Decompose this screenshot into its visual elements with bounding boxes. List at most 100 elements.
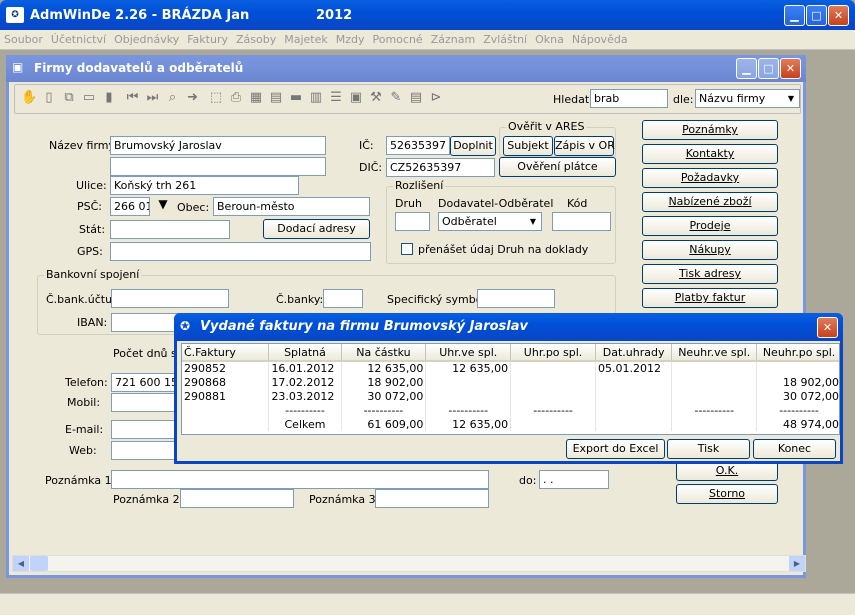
scroll-right-icon[interactable]: ▶ — [789, 556, 805, 571]
column-header[interactable]: Na částku — [341, 344, 427, 362]
pozn1-field[interactable] — [111, 470, 489, 489]
gps-field[interactable] — [110, 242, 371, 261]
child-close-icon[interactable]: ✕ — [780, 58, 801, 79]
run-icon[interactable]: ⊳ — [428, 90, 444, 106]
prenaset-checkbox[interactable] — [401, 243, 413, 255]
mobil-field[interactable] — [111, 393, 181, 412]
search-input[interactable]: brab — [590, 89, 668, 108]
storno-button[interactable]: Storno — [676, 484, 778, 504]
print-icon[interactable]: ⎙ — [228, 90, 244, 106]
side-button[interactable]: Požadavky — [642, 168, 778, 188]
horizontal-scrollbar[interactable]: ◀ ▶ — [12, 555, 806, 572]
zapis-or-button[interactable]: Zápis v OR — [554, 136, 615, 156]
search-icon[interactable]: ⌕ — [165, 90, 181, 106]
menu-item[interactable]: Účetnictví — [47, 30, 110, 46]
menu-item[interactable]: Zvláštní — [479, 30, 531, 46]
column-header[interactable]: Neuhr.po spl. — [756, 344, 839, 362]
web-field[interactable] — [111, 441, 181, 460]
overeni-platce-button[interactable]: Ověření plátce — [499, 157, 616, 177]
chart-icon[interactable]: ▥ — [308, 90, 324, 106]
tel-field[interactable]: 721 600 150 — [111, 373, 181, 392]
report-icon[interactable]: ▤ — [408, 90, 424, 106]
dodaci-adresy-button[interactable]: Dodací adresy — [263, 219, 370, 239]
first-icon[interactable]: ⏮ — [125, 90, 141, 106]
cbu-field[interactable] — [111, 289, 229, 308]
child-maximize-icon[interactable]: □ — [758, 58, 779, 79]
menu-item[interactable]: Faktury — [183, 30, 232, 46]
menu-item[interactable]: Okna — [531, 30, 568, 46]
side-button[interactable]: Nabízené zboží — [642, 192, 778, 212]
side-button[interactable]: Tisk adresy — [642, 264, 778, 284]
close-icon[interactable]: ✕ — [828, 5, 849, 26]
pozn2-field[interactable] — [180, 489, 294, 508]
export-excel-button[interactable]: Export do Excel — [566, 439, 665, 459]
side-button[interactable]: Poznámky — [642, 120, 778, 140]
menu-item[interactable]: Soubor — [0, 30, 47, 46]
obec-field[interactable]: Beroun-město — [213, 197, 370, 216]
trash-icon[interactable]: ▮ — [101, 90, 117, 106]
column-header[interactable]: Splatná — [268, 344, 342, 362]
stat-field[interactable] — [110, 220, 230, 239]
tools-icon[interactable]: ⚒ — [368, 90, 384, 106]
minimize-icon[interactable]: ▁ — [784, 5, 805, 26]
ic-field[interactable]: 52635397 — [386, 136, 450, 155]
menu-item[interactable]: Nápověda — [568, 30, 632, 46]
menu-item[interactable]: Objednávky — [110, 30, 183, 46]
sort-icon[interactable]: ▤ — [268, 90, 284, 106]
psc-field[interactable]: 266 01 — [110, 197, 150, 216]
email-field[interactable] — [111, 420, 181, 439]
druh-field[interactable] — [395, 212, 430, 231]
child-minimize-icon[interactable]: ▁ — [736, 58, 757, 79]
psc-dropdown-icon[interactable]: ▼ — [153, 197, 173, 216]
doc-icon[interactable]: ▣ — [348, 90, 364, 106]
new-doc-icon[interactable]: ▯ — [41, 90, 57, 106]
menu-item[interactable]: Majetek — [280, 30, 332, 46]
do-field[interactable]: . . — [539, 470, 609, 489]
street-field[interactable]: Koňský trh 261 — [110, 176, 299, 195]
column-header[interactable]: Neuhr.ve spl. — [671, 344, 758, 362]
table-row[interactable]: 290881 23.03.2012 30 072,00 30 072,00 — [182, 389, 839, 403]
ok-button[interactable]: O.K. — [676, 461, 778, 481]
scroll-left-icon[interactable]: ◀ — [13, 556, 29, 571]
select-icon[interactable]: ⬚ — [208, 90, 224, 106]
list-icon[interactable]: ☰ — [328, 90, 344, 106]
column-header[interactable]: Uhr.ve spl. — [425, 344, 512, 362]
table-row[interactable]: 290868 17.02.2012 18 902,00 18 902,00 — [182, 375, 839, 389]
tisk-button[interactable]: Tisk — [667, 439, 750, 459]
arrow-right-icon[interactable]: ➜ — [185, 90, 201, 106]
wand-icon[interactable]: ✎ — [388, 90, 404, 106]
side-button[interactable]: Prodeje — [642, 216, 778, 236]
side-button[interactable]: Platby faktur — [642, 288, 778, 308]
menu-item[interactable]: Mzdy — [332, 30, 369, 46]
pozn3-field[interactable] — [375, 489, 489, 508]
table-row[interactable]: ---------- ---------- ---------- ----------… — [182, 403, 839, 417]
last-icon[interactable]: ⏭ — [145, 90, 161, 106]
doplnit-button[interactable]: Doplnit — [450, 136, 496, 156]
folder-icon[interactable]: ▭ — [81, 90, 97, 106]
dialog-close-icon[interactable]: ✕ — [817, 317, 838, 338]
cb-field[interactable] — [323, 289, 363, 308]
menu-item[interactable]: Pomocné — [369, 30, 427, 46]
konec-button[interactable]: Konec — [753, 439, 836, 459]
table-row[interactable]: 290852 16.01.2012 12 635,00 12 635,00 05.01.… — [182, 361, 839, 375]
column-header[interactable]: Uhr.po spl. — [510, 344, 596, 362]
menu-item[interactable]: Zásoby — [232, 30, 280, 46]
hand-icon[interactable]: ✋ — [21, 90, 37, 106]
column-header[interactable]: Dat.uhrady — [595, 344, 673, 362]
copy-icon[interactable]: ⧉ — [61, 90, 77, 106]
menu-item[interactable]: Záznam — [427, 30, 479, 46]
ss-field[interactable] — [477, 289, 555, 308]
subjekt-button[interactable]: Subjekt — [503, 136, 553, 156]
grid-icon[interactable]: ▦ — [248, 90, 264, 106]
search-by-select[interactable]: Názvu firmy ▼ — [695, 89, 800, 108]
scroll-thumb[interactable] — [30, 556, 48, 571]
kod-field[interactable] — [552, 212, 611, 231]
dod-odb-select[interactable]: Odběratel ▼ — [438, 212, 542, 231]
table-row[interactable]: Celkem 61 609,00 12 635,00 48 974,00 — [182, 417, 839, 431]
side-button[interactable]: Nákupy — [642, 240, 778, 260]
name-field[interactable]: Brumovský Jaroslav — [110, 136, 326, 155]
name2-field[interactable] — [110, 157, 326, 176]
dic-field[interactable]: CZ52635397 — [386, 158, 495, 177]
card-icon[interactable]: ▬ — [288, 90, 304, 106]
column-header[interactable]: Č.Faktury — [182, 344, 270, 362]
